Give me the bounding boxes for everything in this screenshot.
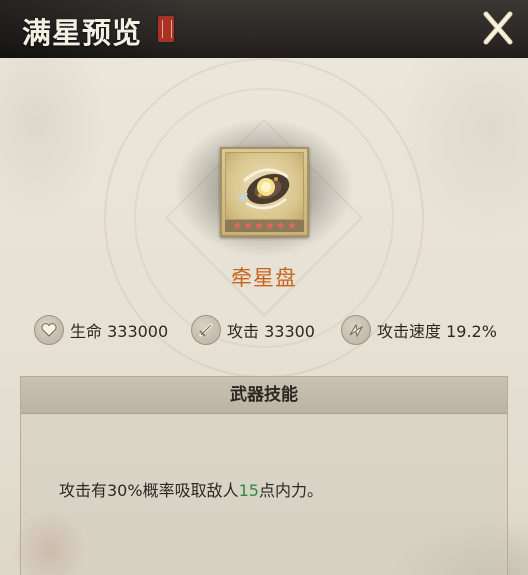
star-plate-icon (236, 168, 290, 210)
star-icon: ★ (265, 219, 275, 232)
skill-desc-prefix: 攻击有30%概率吸取敌人 (59, 481, 239, 500)
bg-leaf-decoration (0, 40, 120, 240)
item-icon-frame[interactable]: ★ ★ ★ ★ ★ ★ (220, 147, 309, 237)
stat-life: 生命 333000 (34, 314, 168, 346)
page-title: 满星预览 (22, 16, 143, 50)
heart-icon (34, 315, 64, 345)
stat-attack-label: 攻击 33300 (227, 322, 315, 341)
skill-desc-value: 15 (238, 481, 259, 500)
star-icon: ★ (243, 219, 254, 232)
item-name: 牵星盘 (231, 266, 297, 290)
star-rating: ★ ★ ★ ★ ★ ★ (225, 220, 304, 232)
title-bar: 满星预览 (0, 0, 528, 58)
star-icon: ★ (286, 219, 297, 232)
full-star-preview-panel: 满星预览 ★ ★ ★ ★ ★ ★ 牵星盘 生命 333000 攻击 33300 … (0, 0, 528, 575)
stat-attack: 攻击 33300 (191, 314, 315, 346)
weapon-skill-description: 攻击有30%概率吸取敌人15点内力。 (59, 477, 487, 501)
star-icon: ★ (275, 219, 286, 232)
close-icon (483, 11, 513, 45)
item-image (225, 152, 304, 220)
speed-icon (341, 315, 371, 345)
close-button[interactable] (478, 6, 518, 50)
stat-attack-speed: 攻击速度 19.2% (341, 314, 497, 346)
stat-attack-speed-label: 攻击速度 19.2% (377, 322, 497, 341)
weapon-skill-panel: 武器技能 攻击有30%概率吸取敌人15点内力。 (20, 376, 508, 575)
star-icon: ★ (232, 219, 243, 232)
star-icon: ★ (254, 219, 264, 232)
skill-desc-suffix: 点内力。 (258, 481, 323, 500)
weapon-skill-header: 武器技能 (21, 377, 507, 414)
sword-icon (191, 315, 221, 345)
seal-stamp-icon (158, 16, 174, 42)
stat-life-label: 生命 333000 (70, 322, 169, 341)
